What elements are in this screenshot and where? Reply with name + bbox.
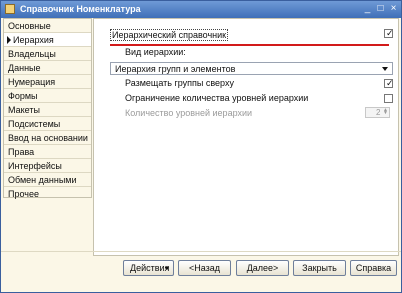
hierarchy-type-value: Иерархия групп и элементов [115,64,236,74]
actions-button-label: Действия [130,263,170,273]
footer-divider [1,251,401,252]
sidebar-item-data-exchange[interactable]: Обмен данными [4,173,91,187]
sidebar-item-label: Иерархия [13,35,54,45]
hierarchical-catalog-label[interactable]: Иерархический справочник [110,29,229,41]
chevron-down-icon[interactable] [382,67,388,71]
sidebar-item-label: Права [8,147,35,157]
sidebar-item-input-based-on[interactable]: Ввод на основании [4,131,91,145]
dialog-content: Основные Иерархия Владельцы Данные Нумер… [1,18,401,292]
hierarchy-type-label: Вид иерархии: [125,47,186,57]
sidebar-item-owners[interactable]: Владельцы [4,47,91,61]
check-icon: ✓ [386,28,394,38]
groups-on-top-checkbox[interactable]: ✓ [384,78,394,88]
sidebar-item-label: Обмен данными [8,175,77,185]
sidebar-item-label: Прочее [8,189,39,199]
sidebar-item-layouts[interactable]: Макеты [4,103,91,117]
back-button[interactable]: <Назад [178,260,231,276]
groups-on-top-label: Размещать группы сверху [125,78,234,88]
help-button[interactable]: Справка [350,260,397,276]
next-button[interactable]: Далее> [236,260,289,276]
sidebar-item-interfaces[interactable]: Интерфейсы [4,159,91,173]
catalog-icon [5,4,15,14]
hierarchy-settings-panel: Иерархический справочник ✓ Вид иерархии:… [93,18,399,256]
sidebar-item-forms[interactable]: Формы [4,89,91,103]
close-window-button[interactable]: × [388,4,399,14]
maximize-button[interactable]: □ [375,4,386,14]
sidebar-item-label: Формы [8,91,38,101]
sidebar-item-other[interactable]: Прочее [4,187,91,201]
sidebar-item-label: Интерфейсы [8,161,62,171]
sidebar-item-label: Основные [8,21,51,31]
hierarchical-catalog-checkbox[interactable]: ✓ [384,28,394,38]
sidebar-item-numbering[interactable]: Нумерация [4,75,91,89]
spinner-arrows-icon[interactable]: ▲ ▼ [383,108,388,116]
sidebar-item-label: Нумерация [8,77,56,87]
sidebar-item-label: Владельцы [8,49,56,59]
sidebar-item-label: Ввод на основании [8,133,88,143]
limit-levels-checkbox[interactable] [384,94,393,103]
sidebar-item-label: Макеты [8,105,40,115]
levels-count-stepper[interactable]: 2 ▲ ▼ [365,107,390,118]
close-button[interactable]: Закрыть [293,260,346,276]
levels-count-value: 2 [376,108,381,117]
triangle-right-icon [7,36,11,44]
annotation-underline [110,44,389,46]
title-bar[interactable]: Справочник Номенклатура _ □ × [1,1,401,18]
sidebar-item-subsystems[interactable]: Подсистемы [4,117,91,131]
sidebar-item-label: Данные [8,63,41,73]
levels-count-label: Количество уровней иерархии [125,108,253,118]
sidebar-item-hierarchy[interactable]: Иерархия [4,33,91,47]
dialog-window: Справочник Номенклатура _ □ × Основные И… [0,0,402,293]
limit-levels-label: Ограничение количества уровней иерархии [125,93,309,103]
sidebar-item-label: Подсистемы [8,119,61,129]
sidebar-nav: Основные Иерархия Владельцы Данные Нумер… [3,18,92,201]
minimize-button[interactable]: _ [362,4,373,14]
sidebar-item-basic[interactable]: Основные [4,19,91,33]
sidebar-item-rights[interactable]: Права [4,145,91,159]
check-icon: ✓ [386,78,394,88]
sidebar-item-data[interactable]: Данные [4,61,91,75]
chevron-down-icon [165,267,169,270]
window-title: Справочник Номенклатура [20,4,141,14]
hierarchy-type-select[interactable]: Иерархия групп и элементов [110,62,393,75]
actions-button[interactable]: Действия [123,260,174,276]
